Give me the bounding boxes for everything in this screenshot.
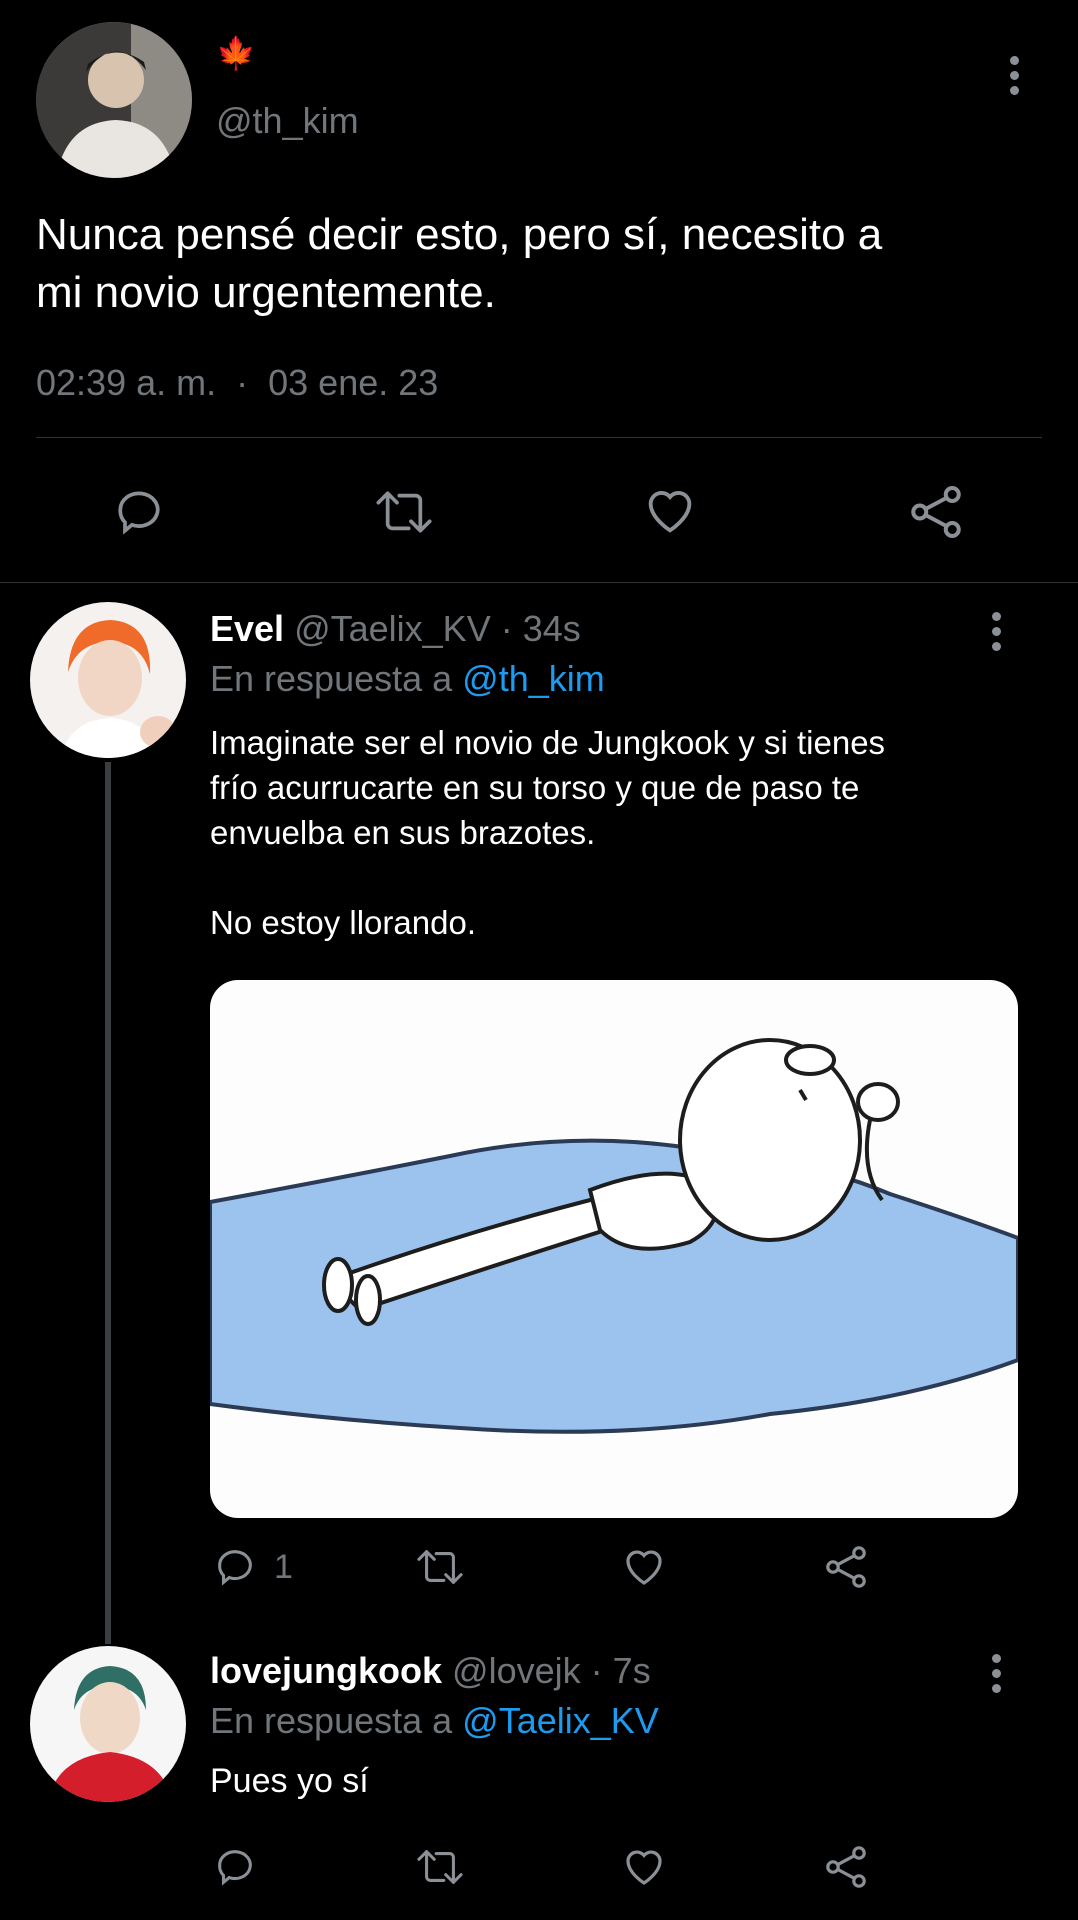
main-tweet-avatar[interactable] [36,22,192,178]
meta-separator: · [236,362,249,403]
tweet-time: 02:39 a. m. [36,362,217,403]
avatar-portrait-image [36,22,192,178]
avatar-portrait-image [30,1646,186,1802]
share-icon[interactable] [822,1543,870,1591]
section-divider [0,582,1078,583]
reply-icon[interactable] [212,1844,258,1890]
main-tweet-text-line: mi novio urgentemente. [36,268,496,317]
meta-separator: · [590,1650,603,1691]
retweet-icon[interactable] [414,1544,466,1590]
reply1-text-line: frío acurrucarte en su torso y que de pa… [210,769,860,806]
main-tweet-divider [36,437,1042,438]
main-tweet-text-line: Nunca pensé decir esto, pero sí, necesit… [36,210,883,259]
main-tweet-handle[interactable]: @th_kim [216,100,359,142]
more-icon[interactable] [990,1654,1002,1699]
reply1-header: Evel @Taelix_KV · 34s [210,608,581,650]
like-icon[interactable] [620,1843,668,1891]
reply1-text-line: Imaginate ser el novio de Jungkook y si … [210,724,886,761]
meta-separator: · [500,608,513,649]
reply2-header: lovejungkook @lovejk · 7s [210,1650,651,1692]
share-icon[interactable] [822,1843,870,1891]
retweet-icon[interactable] [372,484,436,540]
like-icon[interactable] [640,482,700,540]
reply1-media-image[interactable] [210,980,1018,1518]
reply1-handle[interactable]: @Taelix_KV [294,608,491,649]
reply2-name[interactable]: lovejungkook [210,1650,442,1691]
reply2-context: En respuesta a @Taelix_KV [210,1700,659,1742]
reply1-name[interactable]: Evel [210,608,284,649]
reply1-context: En respuesta a @th_kim [210,658,605,700]
reply-icon[interactable] [212,1544,258,1590]
reply1-mention-link[interactable]: @th_kim [462,658,605,699]
main-tweet-text: Nunca pensé decir esto, pero sí, necesit… [36,206,1046,322]
reply1-text-line: No estoy llorando. [210,904,476,941]
reply2-age: 7s [612,1650,651,1691]
thread-line [105,762,111,1644]
reply-prefix: En respuesta a [210,1700,453,1741]
reply-prefix: En respuesta a [210,658,453,699]
reply1-age: 34s [522,608,581,649]
reply1-text: Imaginate ser el novio de Jungkook y si … [210,720,1040,945]
share-icon[interactable] [906,482,966,542]
more-icon[interactable] [1008,56,1020,101]
reply2-handle[interactable]: @lovejk [452,1650,581,1691]
reply-icon[interactable] [110,484,168,540]
reply2-mention-link[interactable]: @Taelix_KV [462,1700,659,1741]
reply1-text-line: envuelba en sus brazotes. [210,814,596,851]
reply1-avatar[interactable] [30,602,186,758]
reply2-text: Pues yo sí [210,1762,369,1800]
main-tweet-timestamp: 02:39 a. m. · 03 ene. 23 [36,362,438,404]
reply1-reply-count: 1 [274,1548,293,1586]
retweet-icon[interactable] [414,1844,466,1890]
like-icon[interactable] [620,1543,668,1591]
crying-puddle-drawing [210,1038,1018,1434]
more-icon[interactable] [990,612,1002,657]
main-tweet-badge: 🍁 [216,35,256,71]
avatar-portrait-image [30,602,186,758]
tweet-date: 03 ene. 23 [268,362,439,403]
reply2-avatar[interactable] [30,1646,186,1802]
